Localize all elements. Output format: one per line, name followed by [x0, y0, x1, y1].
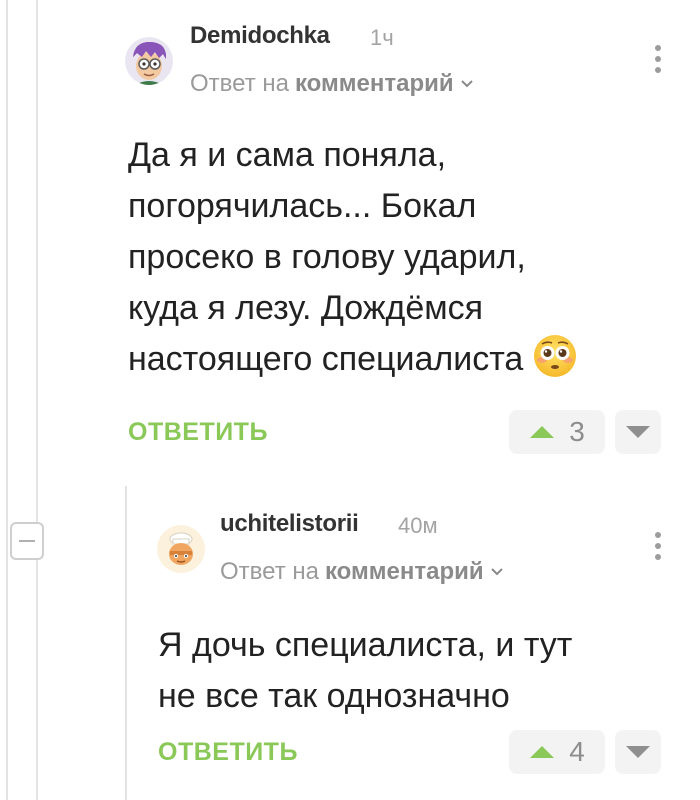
vote-controls: 4: [509, 730, 661, 774]
arrow-up-icon: [530, 746, 555, 758]
more-vertical-icon[interactable]: [653, 532, 663, 560]
upvote-button[interactable]: 3: [509, 410, 605, 454]
collapse-thread-button[interactable]: [10, 522, 44, 560]
username[interactable]: uchitelistorii: [220, 510, 359, 538]
vote-score: 3: [569, 416, 585, 447]
comment-time: 40м: [398, 513, 438, 538]
collapse-icon: [19, 540, 35, 542]
more-vertical-icon[interactable]: [653, 45, 663, 73]
comment-text-line: настоящего специалиста: [128, 340, 524, 378]
vote-score: 4: [569, 736, 585, 767]
comment-text-line: не все так однозначно: [158, 677, 510, 715]
reply-to-prefix: Ответ на: [220, 558, 319, 585]
downvote-button[interactable]: [615, 410, 661, 454]
arrow-down-icon: [626, 746, 650, 758]
reply-to-target: комментарий: [294, 70, 454, 97]
upvote-button[interactable]: 4: [509, 730, 605, 774]
reply-to-target: комментарий: [324, 558, 484, 585]
thread-line: [125, 486, 127, 800]
avatar[interactable]: [157, 525, 205, 573]
comment-text-line: куда я лезу. Дождёмся: [128, 289, 484, 327]
reply-button[interactable]: ОТВЕТИТЬ: [158, 738, 298, 767]
comment-time: 1ч: [370, 25, 394, 50]
chevron-down-icon: [490, 567, 504, 577]
arrow-down-icon: [626, 426, 650, 438]
thread-line: [36, 0, 38, 800]
comment-text-line: погорячилась... Бокал: [128, 187, 477, 225]
reply-to-link[interactable]: Ответ на комментарий: [220, 558, 504, 586]
avatar[interactable]: [125, 37, 173, 85]
reply-to-prefix: Ответ на: [190, 70, 289, 97]
comment-text: Я дочь специалиста, и тут не все так одн…: [158, 620, 678, 722]
reply-to-link[interactable]: Ответ на комментарий: [190, 70, 474, 98]
username[interactable]: Demidochka: [190, 22, 330, 50]
comment-text: Да я и сама поняла, погорячилась... Бока…: [128, 130, 648, 393]
comment-text-line: Да я и сама поняла,: [128, 136, 447, 174]
arrow-up-icon: [530, 426, 555, 438]
chevron-down-icon: [460, 79, 474, 89]
downvote-button[interactable]: [615, 730, 661, 774]
comment-text-line: Я дочь специалиста, и тут: [158, 626, 573, 664]
vote-controls: 3: [509, 410, 661, 454]
thread-line: [6, 0, 8, 800]
flushed-emoji-icon: [533, 334, 577, 393]
reply-button[interactable]: ОТВЕТИТЬ: [128, 418, 268, 447]
comment-text-line: просеко в голову ударил,: [128, 238, 526, 276]
